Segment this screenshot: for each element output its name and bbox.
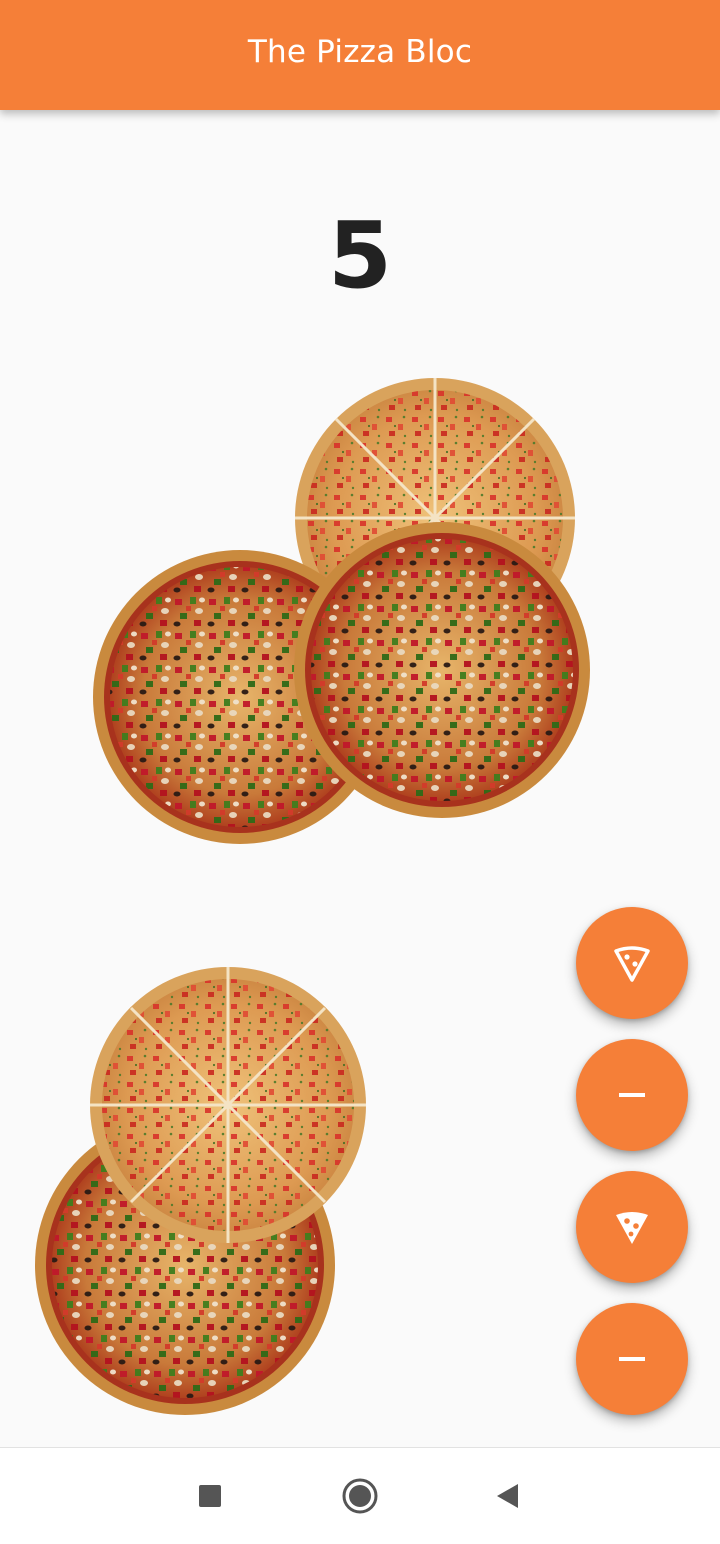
recents-button[interactable] bbox=[175, 1448, 245, 1544]
pizza-stack-image-bottom bbox=[35, 967, 366, 1415]
remove-slice-button[interactable] bbox=[576, 1039, 688, 1151]
add-pizza-button[interactable] bbox=[576, 1171, 688, 1283]
add-slice-button[interactable] bbox=[576, 907, 688, 1019]
minus-icon bbox=[619, 1357, 645, 1361]
app-bar: The Pizza Bloc bbox=[0, 0, 720, 110]
app-title: The Pizza Bloc bbox=[247, 34, 473, 70]
back-button[interactable] bbox=[472, 1448, 542, 1544]
pizza-stack-image-top bbox=[93, 378, 590, 844]
pizza-slice-filled-icon bbox=[616, 1212, 648, 1244]
back-icon bbox=[497, 1484, 518, 1508]
home-icon bbox=[342, 1478, 378, 1514]
system-navigation-bar bbox=[0, 1447, 720, 1544]
home-button[interactable] bbox=[325, 1448, 395, 1544]
pizza-slice-outline-icon bbox=[614, 946, 650, 982]
remove-pizza-button[interactable] bbox=[576, 1303, 688, 1415]
pizza-count: 5 bbox=[327, 202, 392, 309]
minus-icon bbox=[619, 1093, 645, 1097]
recents-icon bbox=[199, 1485, 221, 1507]
